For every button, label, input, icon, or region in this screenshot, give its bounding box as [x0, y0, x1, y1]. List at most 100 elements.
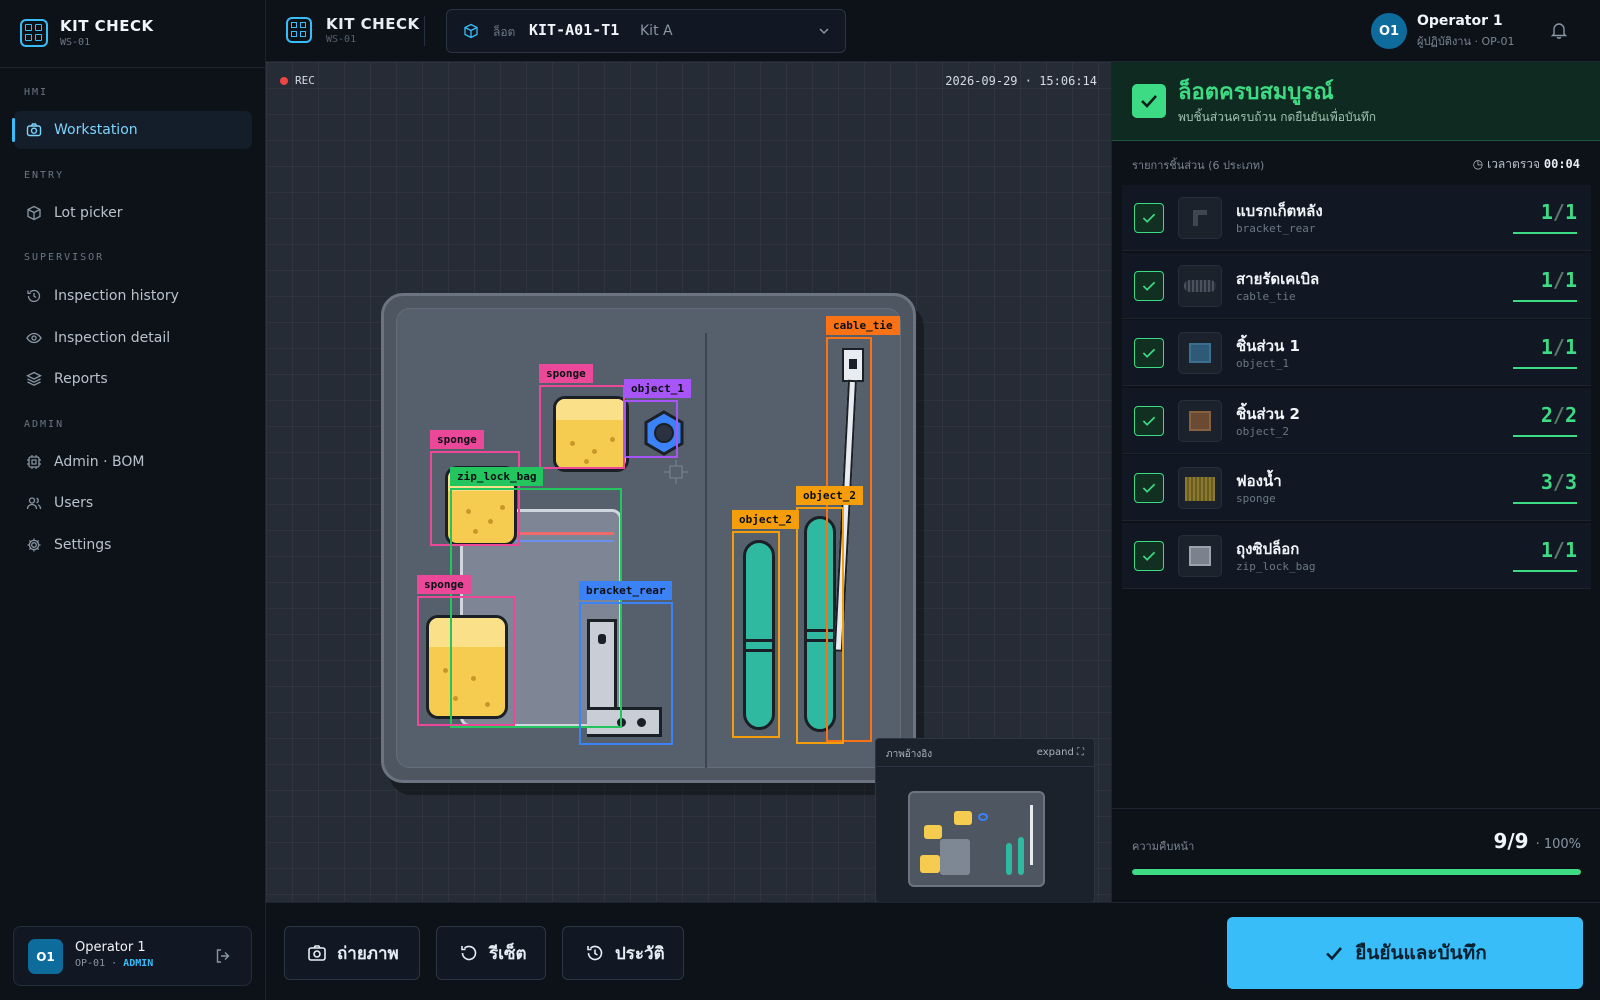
sidebar-item-label: Workstation: [54, 122, 138, 138]
part-code: object_2: [1236, 424, 1289, 438]
rec-dot-icon: [280, 76, 288, 85]
sidebar-item-settings[interactable]: Settings: [14, 526, 252, 564]
bbox-label: sponge: [539, 364, 593, 383]
sidebar-item-users[interactable]: Users: [14, 484, 252, 522]
part-name: ถุงซิปล็อก: [1236, 539, 1300, 558]
lot-select[interactable]: ล็อต KIT-A01-T1 Kit A: [446, 9, 846, 53]
camera-icon: [26, 123, 42, 137]
chevron-down-icon: [819, 28, 829, 35]
checkbox-checked-icon[interactable]: [1134, 203, 1164, 233]
expand-button[interactable]: expand ⛶: [1037, 747, 1084, 758]
sidebar-item-inspection-detail[interactable]: Inspection detail: [14, 319, 252, 357]
camera-view: REC 2026-09-29 · 15:06:14 sponge object_…: [266, 62, 1111, 902]
part-count: 1/1: [1541, 268, 1577, 292]
part-row-object-1[interactable]: ชิ้นส่วน 1 object_1 1/1: [1122, 320, 1591, 386]
progress-label: ความคืบหน้า: [1132, 840, 1195, 853]
sidebar-item-inspection-history[interactable]: Inspection history: [14, 277, 252, 315]
checkbox-checked-icon[interactable]: [1134, 270, 1164, 301]
checkbox-checked-icon[interactable]: [1134, 540, 1164, 571]
part-found: 1: [1540, 335, 1553, 359]
checkbox-checked-icon[interactable]: [1134, 338, 1164, 368]
sidebar-item-lot-picker[interactable]: Lot picker: [14, 194, 252, 232]
part-row-bracket-rear[interactable]: แบรกเก็ตหลัง bracket_rear 1/1: [1122, 185, 1591, 251]
part-name: แบรกเก็ตหลัง: [1236, 202, 1323, 220]
thumbnail-label: ภาพอ้างอิง: [886, 749, 933, 760]
part-code: zip_lock_bag: [1236, 559, 1316, 573]
section-supervisor: SUPERVISOR: [24, 252, 105, 263]
avatar[interactable]: O1: [1371, 13, 1407, 49]
sidebar: KIT CHECK WS-01 HMI Workstation ENTRY Lo…: [0, 0, 266, 1000]
confirm-label: ยืนยันและบันทึก: [1355, 942, 1487, 964]
user-role-badge: ADMIN: [123, 958, 154, 969]
bbox-label: object_2: [796, 486, 863, 505]
sidebar-item-label: Inspection detail: [54, 330, 171, 346]
checkbox-checked-icon[interactable]: [1134, 405, 1164, 436]
part-name: ชิ้นส่วน 2: [1236, 404, 1300, 423]
rec-label: REC: [295, 74, 315, 87]
part-row-zip-lock-bag[interactable]: ถุงซิปล็อก zip_lock_bag 1/1: [1122, 522, 1591, 589]
part-thumbnail: [1178, 197, 1222, 239]
progress-count: 9/9: [1493, 829, 1529, 853]
part-progress-bar: [1513, 299, 1577, 302]
part-row-sponge[interactable]: ฟองน้ำ sponge 3/3: [1122, 455, 1591, 521]
part-row-object-2[interactable]: ชิ้นส่วน 2 object_2 2/2: [1122, 387, 1591, 454]
logout-icon[interactable]: [214, 947, 232, 965]
part-thumbnail: [1178, 264, 1222, 307]
sidebar-item-admin-bom[interactable]: Admin · BOM: [14, 443, 252, 481]
history-button[interactable]: ประวัติ: [562, 926, 684, 980]
tray-divider: [705, 333, 707, 768]
bbox-sponge[interactable]: sponge: [539, 364, 625, 469]
part-found: 1: [1540, 267, 1553, 292]
sidebar-item-label: Settings: [54, 537, 112, 553]
part-required: 3: [1564, 470, 1577, 494]
header-title: KIT CHECK: [326, 15, 420, 33]
sidebar-item-reports[interactable]: Reports: [14, 360, 252, 398]
capture-button[interactable]: ถ่ายภาพ: [284, 926, 420, 980]
reference-thumbnail[interactable]: ภาพอ้างอิง expand ⛶: [875, 738, 1095, 902]
status-banner: ล็อตครบสมบูรณ์ พบชิ้นส่วนครบถ้วน กดยืนยั…: [1112, 62, 1600, 141]
part-thumbnail: [1178, 399, 1222, 442]
check-icon: [1132, 84, 1166, 118]
bell-icon[interactable]: [1549, 20, 1569, 40]
part-progress-bar: [1513, 434, 1577, 437]
part-thumbnail: [1178, 467, 1222, 509]
users-icon: [26, 497, 42, 510]
checkbox-checked-icon[interactable]: [1134, 473, 1164, 503]
status-subtitle: พบชิ้นส่วนครบถ้วน กดยืนยันเพื่อบันทึก: [1178, 110, 1376, 124]
part-found: 2: [1540, 402, 1553, 427]
kit-name: Kit A: [640, 23, 673, 39]
user-name: Operator 1: [75, 940, 146, 955]
sidebar-item-label: Reports: [54, 371, 108, 387]
sidebar-item-workstation[interactable]: Workstation: [12, 111, 252, 149]
camera-icon: [308, 945, 326, 961]
count-separator: /: [1552, 537, 1565, 562]
logo-icon: [286, 17, 312, 43]
bbox-object-2[interactable]: object_2: [796, 486, 863, 744]
bbox-label: object_2: [732, 510, 799, 529]
count-separator: /: [1552, 470, 1565, 494]
header: KIT CHECK WS-01 ล็อต KIT-A01-T1 Kit A O1…: [266, 0, 1600, 62]
part-required: 1: [1564, 537, 1577, 562]
capture-label: ถ่ายภาพ: [337, 943, 399, 964]
bbox-bracket-rear[interactable]: bracket_rear: [579, 581, 673, 745]
part-progress-bar: [1513, 569, 1577, 572]
thumbnail-tray: [908, 791, 1045, 887]
bbox-object-2[interactable]: object_2: [732, 510, 799, 738]
part-thumbnail: [1178, 332, 1222, 374]
part-required: 1: [1564, 335, 1577, 359]
box-icon: [27, 205, 41, 221]
brand-title: KIT CHECK: [60, 17, 154, 35]
part-count: 1/1: [1541, 538, 1577, 562]
lot-code: KIT-A01-T1: [529, 21, 620, 39]
part-row-cable-tie[interactable]: สายรัดเคเบิล cable_tie 1/1: [1122, 252, 1591, 319]
reset-button[interactable]: รีเซ็ต: [436, 926, 546, 980]
part-code: bracket_rear: [1236, 222, 1316, 235]
progress-value: 9/9 · 100%: [1493, 829, 1581, 853]
bbox-sponge[interactable]: sponge: [417, 575, 515, 726]
bbox-object-1[interactable]: object_1: [624, 379, 691, 458]
bbox-label: cable_tie: [826, 316, 900, 335]
part-count: 1/1: [1541, 200, 1577, 224]
confirm-save-button[interactable]: ยืนยันและบันทึก: [1227, 917, 1583, 989]
part-count: 2/2: [1541, 403, 1577, 427]
timer-value: 00:04: [1543, 157, 1580, 171]
